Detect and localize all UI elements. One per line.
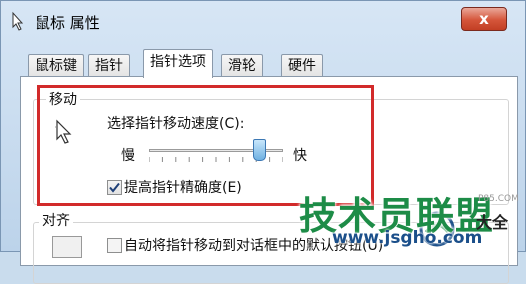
tab-label: 指针选项 [150, 54, 206, 70]
watermark-small-text: P85.COM [478, 194, 519, 204]
snap-group-label: 对齐 [39, 210, 73, 230]
tab-buttons[interactable]: 鼠标键 [28, 54, 84, 77]
watermark-url: www.jsgho.com [332, 228, 483, 248]
tab-hardware[interactable]: 硬件 [281, 54, 323, 77]
mouse-properties-icon [12, 11, 24, 31]
tab-wheel[interactable]: 滑轮 [221, 54, 263, 77]
tab-label: 滑轮 [228, 58, 256, 74]
close-button[interactable]: x [461, 7, 507, 31]
snap-to-checkbox[interactable] [107, 238, 122, 253]
window-title: 鼠标 属性 [35, 14, 100, 32]
tab-label: 硬件 [288, 58, 316, 74]
tab-label: 指针 [95, 58, 123, 74]
tab-pointers[interactable]: 指针 [88, 54, 130, 77]
snap-to-icon [52, 236, 82, 258]
tab-pointer-options[interactable]: 指针选项 [143, 49, 213, 78]
close-icon: x [479, 10, 489, 28]
title-bar[interactable]: 鼠标 属性 x [1, 1, 525, 41]
tab-label: 鼠标键 [35, 58, 77, 74]
